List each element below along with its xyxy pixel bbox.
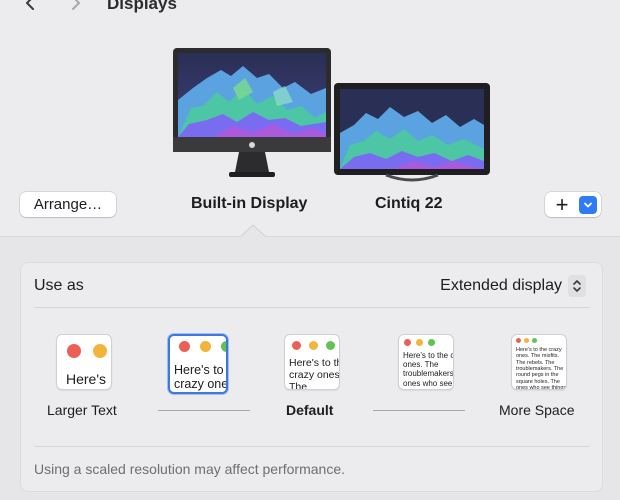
- close-dot-icon: [292, 341, 301, 350]
- minimize-dot-icon: [200, 341, 211, 352]
- resolution-preview: Here's: [56, 334, 112, 390]
- chevron-down-icon[interactable]: [579, 195, 597, 214]
- preview-text: Here's: [66, 371, 107, 387]
- preview-text: Here's to the crazy ones. The troublemak…: [403, 351, 454, 389]
- cintiq-display-icon[interactable]: [334, 83, 490, 183]
- slider-track: [158, 410, 250, 411]
- divider: [0, 236, 620, 237]
- zoom-dot-icon: [221, 341, 226, 352]
- close-dot-icon: [67, 344, 81, 358]
- resolution-preview: Here's to the crazy ones. The misfits. T…: [511, 334, 567, 390]
- page-title: Displays: [107, 0, 177, 13]
- built-in-display-icon[interactable]: [173, 48, 331, 182]
- resolution-preview: Here's to the crazy ones. The troublemak…: [284, 334, 340, 390]
- selection-pointer-icon: [240, 224, 266, 238]
- close-dot-icon: [516, 338, 521, 343]
- minimize-dot-icon: [309, 341, 318, 350]
- zoom-dot-icon: [532, 338, 537, 343]
- resolution-option-larger-text[interactable]: Here's: [56, 334, 112, 390]
- resolution-preview: Here's to the crazy ones, the troublemak…: [168, 334, 228, 394]
- resolution-label-more-space: More Space: [499, 402, 575, 418]
- preview-text: Here's to the crazy ones, the troublemak…: [174, 363, 228, 392]
- resolution-option-4[interactable]: Here's to the crazy ones. The troublemak…: [398, 334, 454, 390]
- close-dot-icon: [404, 339, 411, 346]
- slider-track: [373, 410, 465, 411]
- divider: [34, 307, 590, 308]
- preview-text: Here's to the crazy ones. The misfits. T…: [516, 347, 567, 390]
- resolution-option-2[interactable]: Here's to the crazy ones, the troublemak…: [168, 334, 228, 394]
- resolution-option-default[interactable]: Here's to the crazy ones. The troublemak…: [284, 334, 340, 390]
- preview-text: Here's to the crazy ones. The troublemak…: [289, 357, 340, 390]
- resolution-label-larger-text: Larger Text: [47, 402, 117, 418]
- use-as-value[interactable]: Extended display: [440, 277, 562, 295]
- resolution-option-more-space[interactable]: Here's to the crazy ones. The misfits. T…: [511, 334, 567, 390]
- use-as-stepper[interactable]: [568, 275, 586, 297]
- back-button[interactable]: [20, 0, 42, 14]
- zoom-dot-icon: [428, 339, 435, 346]
- plus-icon: +: [555, 192, 569, 217]
- up-down-chevron-icon: [573, 280, 581, 292]
- add-display-button[interactable]: +: [545, 192, 601, 217]
- forward-button[interactable]: [64, 0, 86, 14]
- performance-note: Using a scaled resolution may affect per…: [34, 461, 346, 477]
- use-as-label: Use as: [34, 277, 84, 294]
- minimize-dot-icon: [93, 344, 107, 358]
- resolution-preview: Here's to the crazy ones. The troublemak…: [398, 334, 454, 390]
- display-label-cintiq[interactable]: Cintiq 22: [375, 195, 443, 213]
- chevron-right-icon: [72, 0, 80, 10]
- zoom-dot-icon: [326, 341, 335, 350]
- minimize-dot-icon: [416, 339, 423, 346]
- display-arrangement-area: Displays Arrange… Built-in Display Cinti…: [0, 0, 620, 236]
- chevron-left-icon: [26, 0, 34, 10]
- display-label-built-in[interactable]: Built-in Display: [191, 195, 307, 213]
- resolution-label-default: Default: [286, 402, 334, 418]
- divider: [34, 446, 590, 447]
- close-dot-icon: [179, 341, 190, 352]
- arrange-button[interactable]: Arrange…: [20, 192, 116, 217]
- minimize-dot-icon: [524, 338, 529, 343]
